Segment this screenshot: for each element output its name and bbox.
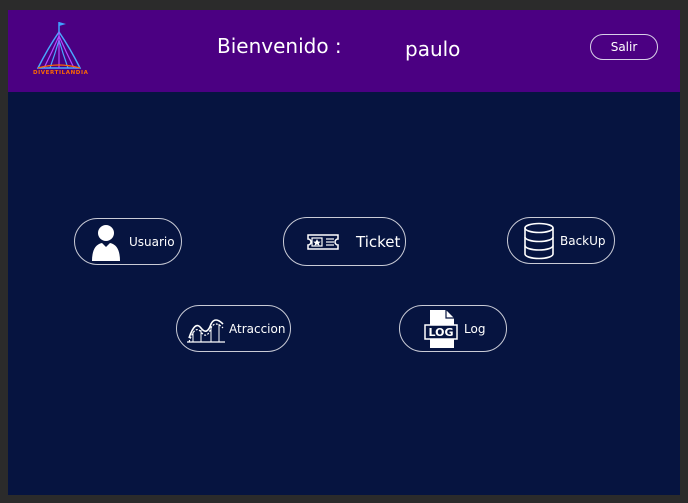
ticket-icon bbox=[306, 232, 340, 252]
ticket-label: Ticket bbox=[356, 232, 401, 251]
header-bar: DIVERTILANDIA Bienvenido : paulo Salir bbox=[8, 10, 680, 92]
main-window: DIVERTILANDIA Bienvenido : paulo Salir U… bbox=[8, 10, 680, 495]
divertilandia-logo bbox=[30, 18, 88, 78]
backup-button[interactable]: BackUp bbox=[507, 217, 615, 264]
usuario-label: Usuario bbox=[129, 234, 175, 249]
welcome-label: Bienvenido : bbox=[217, 34, 342, 58]
atraccion-label: Atraccion bbox=[229, 321, 286, 336]
log-button[interactable]: LOG Log bbox=[399, 305, 507, 352]
ticket-button[interactable]: Ticket bbox=[283, 217, 406, 266]
svg-text:LOG: LOG bbox=[429, 326, 454, 339]
user-icon bbox=[89, 222, 123, 262]
backup-label: BackUp bbox=[560, 233, 606, 248]
log-label: Log bbox=[464, 321, 486, 336]
log-file-icon: LOG bbox=[424, 309, 458, 349]
logo-text: DIVERTILANDIA bbox=[33, 70, 89, 76]
logout-button[interactable]: Salir bbox=[590, 34, 658, 60]
atraccion-button[interactable]: Atraccion bbox=[176, 305, 291, 352]
roller-coaster-icon bbox=[187, 314, 225, 344]
username-label: paulo bbox=[405, 37, 461, 61]
usuario-button[interactable]: Usuario bbox=[74, 218, 182, 265]
database-icon bbox=[522, 221, 556, 261]
